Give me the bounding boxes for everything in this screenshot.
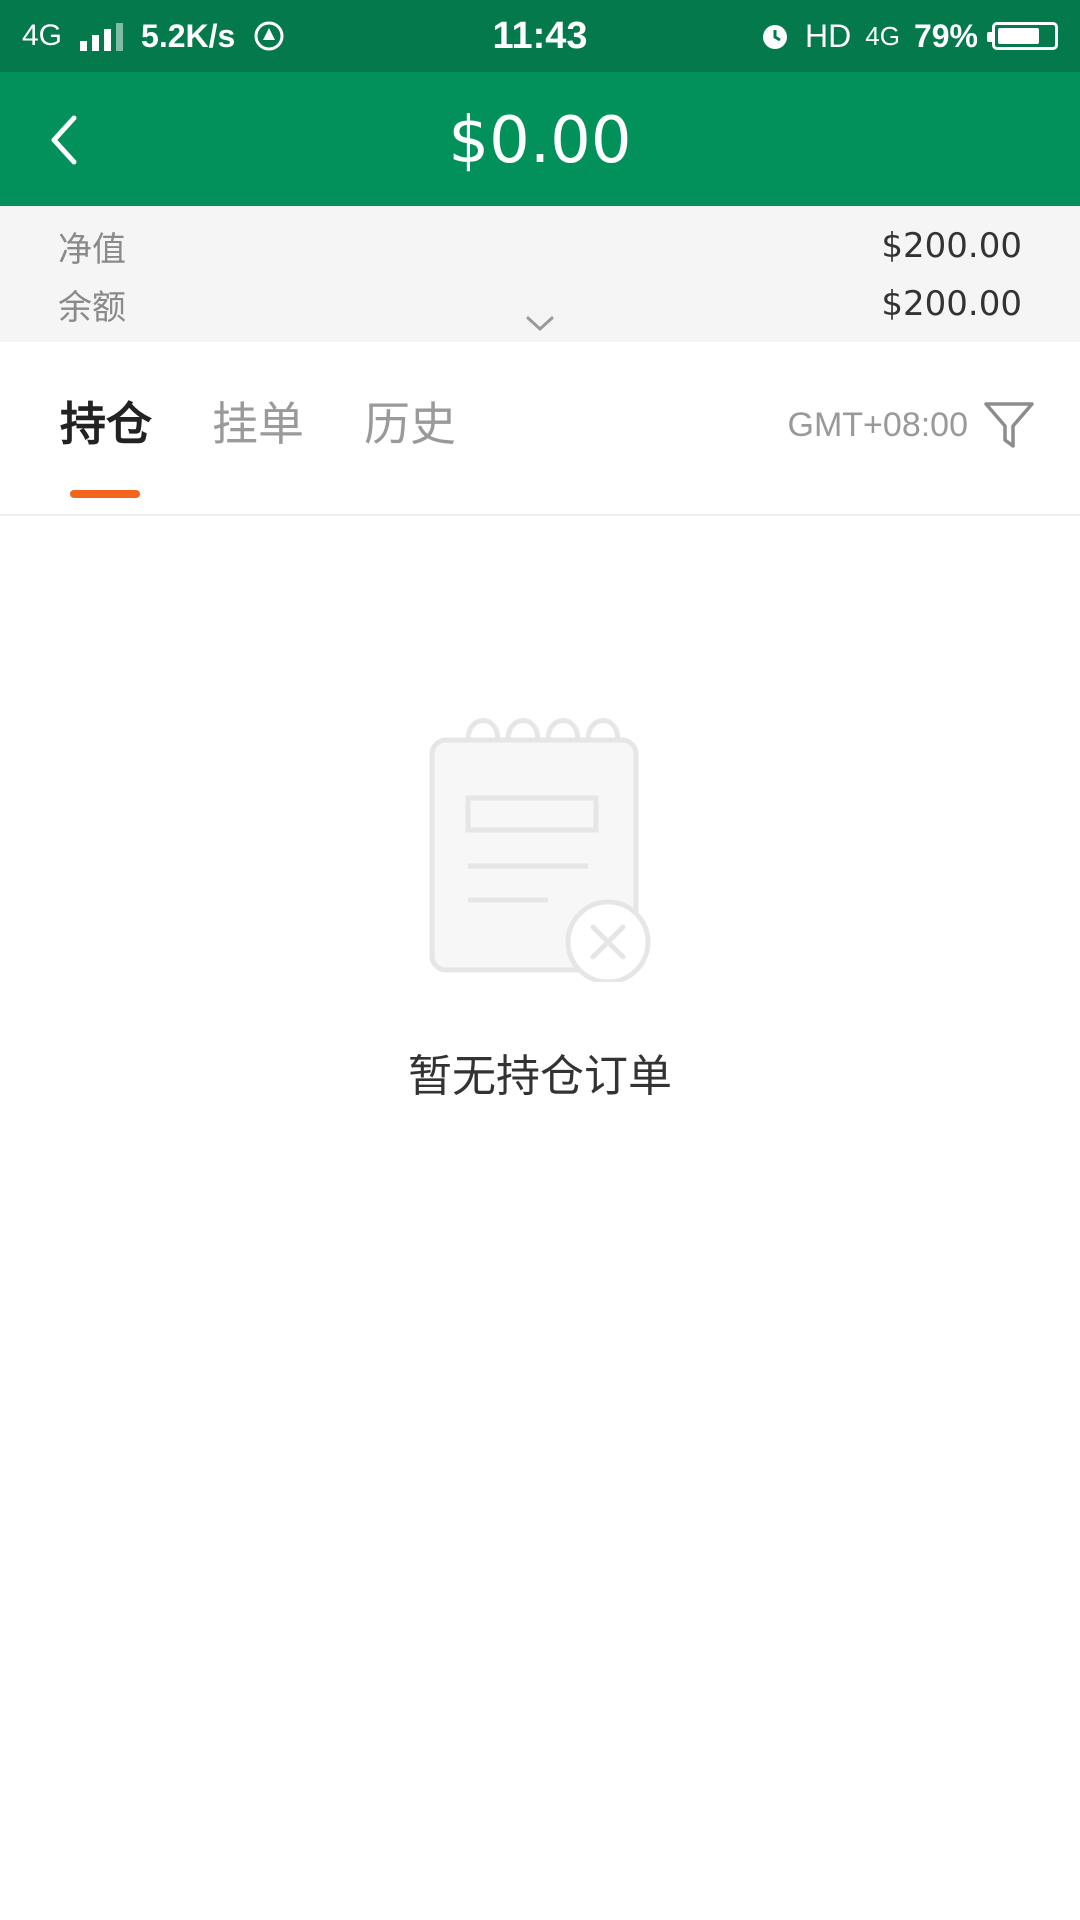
- lte-indicator: 4G: [865, 20, 900, 51]
- active-tab-indicator: [70, 490, 140, 498]
- tab-history[interactable]: 历史: [364, 394, 456, 454]
- battery-icon: [987, 22, 1058, 50]
- balance-label: 余额: [58, 287, 126, 328]
- status-bar: 4G 5.2K/s 11:43 HD 4G 79%: [0, 0, 1080, 72]
- tab-positions[interactable]: 持仓: [60, 394, 152, 454]
- filter-icon[interactable]: [982, 398, 1036, 452]
- battery-level: [998, 28, 1040, 44]
- chevron-down-icon[interactable]: [524, 314, 556, 334]
- status-right: HD 4G 79%: [759, 14, 1058, 58]
- hd-indicator: HD: [805, 17, 852, 54]
- alarm-icon: [763, 25, 788, 49]
- summary-row-equity: 净值 $200.00: [58, 218, 1022, 274]
- battery-percent: 79%: [913, 17, 978, 54]
- order-tabs: 持仓 挂单 历史 GMT+08:00: [0, 342, 1080, 516]
- timezone-label: GMT+08:00: [787, 406, 968, 444]
- tab-pending-orders[interactable]: 挂单: [212, 394, 304, 454]
- balance-value: $200.00: [881, 284, 1022, 324]
- page-title: $0.00: [448, 104, 632, 178]
- equity-value: $200.00: [881, 226, 1022, 266]
- account-summary: 净值 $200.00 余额 $200.00: [0, 206, 1080, 342]
- empty-notepad-icon: [429, 718, 651, 982]
- header: $0.00: [0, 72, 1080, 206]
- empty-state-message: 暂无持仓订单: [408, 1051, 672, 1102]
- equity-label: 净值: [58, 229, 126, 270]
